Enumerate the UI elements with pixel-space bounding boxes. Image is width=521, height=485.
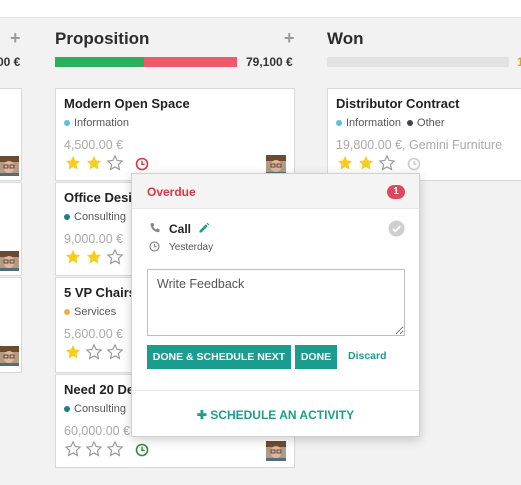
- tag-dot: [64, 120, 70, 126]
- star-filled-icon[interactable]: [336, 154, 354, 172]
- star-empty-icon[interactable]: [106, 154, 124, 172]
- star-empty-icon[interactable]: [106, 248, 124, 266]
- progress-red-segment: [144, 57, 237, 67]
- tag-dot: [64, 406, 70, 412]
- card-revenue: 5,600.00 €: [64, 327, 124, 341]
- card-title: 5 VP Chairs: [64, 285, 137, 300]
- salesperson-avatar[interactable]: [266, 441, 286, 461]
- left-card-1[interactable]: [0, 88, 22, 181]
- pencil-icon[interactable]: [198, 222, 210, 234]
- priority-stars[interactable]: [64, 343, 124, 361]
- avatar: [0, 346, 19, 366]
- opportunity-card[interactable]: Distributor Contract Information Other 1…: [327, 88, 521, 181]
- activity-clock-icon[interactable]: [135, 443, 149, 457]
- top-bar: [0, 0, 521, 18]
- avatar: [0, 251, 19, 271]
- card-tags: Services: [64, 306, 116, 318]
- priority-stars[interactable]: [64, 154, 124, 172]
- done-button[interactable]: DONE: [295, 345, 337, 369]
- star-empty-icon[interactable]: [85, 343, 103, 361]
- tag-label: Other: [417, 117, 445, 129]
- star-empty-icon[interactable]: [64, 440, 82, 458]
- activity-type: Call: [169, 222, 192, 236]
- activity-popover: Overdue 1 Call Yesterday DONE & SCHEDULE…: [131, 173, 420, 437]
- phone-icon: [150, 223, 160, 233]
- discard-link[interactable]: Discard: [348, 350, 387, 362]
- plus-icon: ✚: [196, 408, 211, 422]
- won-progress-bar[interactable]: [327, 57, 509, 67]
- card-title: Modern Open Space: [64, 96, 190, 111]
- card-tags: Information: [64, 117, 129, 129]
- overdue-count-badge: 1: [387, 185, 405, 199]
- star-filled-icon[interactable]: [357, 154, 375, 172]
- card-title: Office Desig: [64, 190, 140, 205]
- star-empty-icon[interactable]: [378, 154, 396, 172]
- card-tags: Consulting: [64, 211, 126, 223]
- schedule-activity-link[interactable]: ✚ SCHEDULE AN ACTIVITY: [132, 408, 419, 422]
- proposition-column-title[interactable]: Proposition: [55, 29, 149, 49]
- popover-header: Overdue 1: [132, 174, 419, 209]
- popover-title: Overdue: [147, 185, 196, 199]
- card-revenue: 19,800.00 €, Gemini Furniture: [336, 138, 503, 152]
- tag-label: Services: [74, 306, 117, 318]
- avatar: [0, 156, 19, 176]
- clock-icon: [149, 241, 160, 252]
- activity-deadline: Yesterday: [169, 242, 214, 253]
- star-filled-icon[interactable]: [85, 154, 103, 172]
- progress-green-segment: [55, 57, 145, 67]
- star-filled-icon[interactable]: [64, 343, 82, 361]
- tag-label: Consulting: [74, 403, 126, 415]
- tag-dot: [407, 120, 414, 126]
- star-empty-icon[interactable]: [106, 440, 124, 458]
- priority-stars[interactable]: [336, 154, 396, 172]
- left-column-add-icon[interactable]: +: [10, 28, 21, 49]
- card-tags: Information Other: [336, 117, 445, 129]
- done-and-schedule-next-button[interactable]: DONE & SCHEDULE NEXT: [147, 345, 291, 369]
- star-empty-icon[interactable]: [106, 343, 124, 361]
- proposition-progress-bar[interactable]: [55, 57, 237, 67]
- star-empty-icon[interactable]: [85, 440, 103, 458]
- star-filled-icon[interactable]: [85, 248, 103, 266]
- card-revenue: 60,000.00 €: [64, 424, 131, 438]
- schedule-activity-label: SCHEDULE AN ACTIVITY: [210, 408, 355, 422]
- activity-clock-icon[interactable]: [407, 157, 421, 171]
- card-title: Distributor Contract: [336, 96, 460, 111]
- left-card-2[interactable]: [0, 182, 22, 276]
- card-revenue: 4,500.00 €: [64, 138, 124, 152]
- won-amount: 1: [517, 55, 521, 69]
- card-revenue: 9,000.00 €: [64, 232, 124, 246]
- card-tags: Consulting: [64, 403, 126, 415]
- priority-stars[interactable]: [64, 440, 124, 458]
- tag-label: Information: [74, 117, 130, 129]
- won-column-title[interactable]: Won: [327, 29, 364, 49]
- tag-label: Consulting: [74, 211, 126, 223]
- left-column-amount: 00 €: [0, 55, 21, 69]
- tag-dot: [64, 309, 70, 315]
- tag-dot: [64, 214, 70, 220]
- popover-footer: ✚ SCHEDULE AN ACTIVITY: [132, 390, 419, 438]
- star-filled-icon[interactable]: [64, 248, 82, 266]
- feedback-textarea[interactable]: [147, 269, 405, 336]
- activity-clock-icon[interactable]: [135, 157, 149, 171]
- star-filled-icon[interactable]: [64, 154, 82, 172]
- card-title: Need 20 De: [64, 382, 135, 397]
- left-card-3[interactable]: [0, 277, 22, 373]
- salesperson-avatar[interactable]: [266, 155, 286, 175]
- check-circle-icon[interactable]: [388, 220, 405, 237]
- proposition-add-icon[interactable]: +: [284, 28, 295, 49]
- tag-label: Information: [346, 117, 402, 129]
- tag-dot: [336, 120, 342, 126]
- priority-stars[interactable]: [64, 248, 124, 266]
- opportunity-card[interactable]: Modern Open Space Information 4,500.00 €: [55, 88, 295, 181]
- proposition-amount: 79,100 €: [246, 55, 293, 69]
